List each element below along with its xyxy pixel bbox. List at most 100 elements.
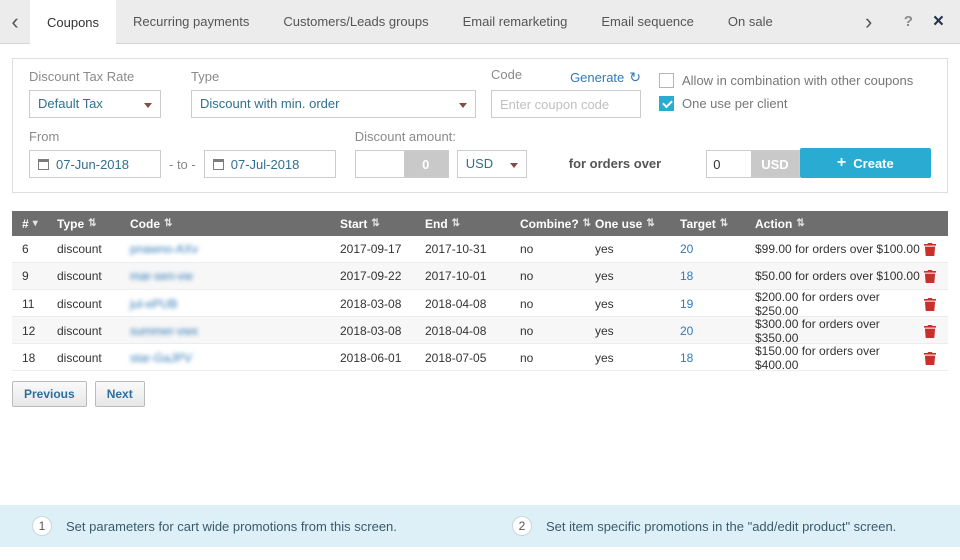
create-button[interactable]: + Create [800,148,931,178]
footer-item: 1 Set parameters for cart wide promotion… [0,516,480,536]
column-header-oneuse[interactable]: One use⇅ [595,217,680,231]
column-header-combine[interactable]: Combine?⇅ [520,217,595,231]
coupon-code-label: Code [491,67,522,83]
one-use-checkbox[interactable]: One use per client [659,96,913,111]
tab-customers-leads-groups[interactable]: Customers/Leads groups [266,0,445,43]
cell-code[interactable]: mar-sen-vw [130,269,340,283]
cell-type: discount [57,351,130,365]
from-date-value: 07-Jun-2018 [56,157,129,172]
generate-label: Generate [570,70,624,85]
column-header-end[interactable]: End⇅ [425,217,520,231]
tab-on-sale[interactable]: On sale [711,0,790,43]
delete-coupon-button[interactable] [924,352,936,365]
column-header-target[interactable]: Target⇅ [680,217,755,231]
coupon-code-blurred: jul-ePUB [130,297,177,311]
footer-item: 2 Set item specific promotions in the "a… [480,516,960,536]
tab-recurring-payments[interactable]: Recurring payments [116,0,266,43]
cell-target[interactable]: 20 [680,242,755,256]
tab-coupons[interactable]: Coupons [30,0,116,44]
next-page-button[interactable]: Next [95,381,145,407]
cell-code[interactable]: pnawno-AXv [130,242,340,256]
to-date-input[interactable]: 07-Jul-2018 [204,150,336,178]
delete-coupon-button[interactable] [924,298,936,311]
cell-end: 2018-04-08 [425,324,520,338]
delete-coupon-button[interactable] [924,270,936,283]
cell-combine: no [520,324,595,338]
create-button-label: Create [853,156,893,171]
column-header-label: # [22,217,29,231]
column-header-action[interactable]: Action⇅ [755,217,948,231]
action-text: $300.00 for orders over $350.00 [755,317,924,345]
cell-code[interactable]: star-GaJPV [130,351,340,365]
cell-code[interactable]: jul-ePUB [130,297,340,311]
coupon-code-blurred: pnawno-AXv [130,242,198,256]
tab-email-remarketing[interactable]: Email remarketing [446,0,585,43]
trash-icon [924,325,936,338]
cell-combine: no [520,269,595,283]
checkbox-group: Allow in combination with other coupons … [659,69,913,119]
tax-rate-select[interactable]: Default Tax [29,90,161,118]
cell-one-use: yes [595,269,680,283]
scroll-right-chevron-icon[interactable]: › [854,9,884,35]
one-use-checkbox-label: One use per client [682,96,788,111]
cell-target[interactable]: 18 [680,351,755,365]
cell-id: 11 [12,297,57,311]
table-row: 9discountmar-sen-vw2017-09-222017-10-01n… [12,263,948,290]
coupon-type-group: Type Discount with min. order [191,69,476,119]
from-date-input[interactable]: 07-Jun-2018 [29,150,161,178]
orders-over-input[interactable] [707,151,751,177]
delete-coupon-button[interactable] [924,325,936,338]
coupon-type-value: Discount with min. order [200,96,339,111]
cell-start: 2018-06-01 [340,351,425,365]
previous-page-button[interactable]: Previous [12,381,87,407]
action-text: $50.00 for orders over $100.00 [755,269,920,283]
tax-rate-value: Default Tax [38,96,103,111]
cell-id: 12 [12,324,57,338]
cell-start: 2018-03-08 [340,297,425,311]
sort-icon: ▾ [33,218,38,229]
trash-icon [924,298,936,311]
coupon-code-blurred: mar-sen-vw [130,269,193,283]
plus-icon: + [837,154,846,172]
table-row: 18discountstar-GaJPV2018-06-012018-07-05… [12,344,948,371]
combine-checkbox-label: Allow in combination with other coupons [682,73,913,88]
column-header-[interactable]: #▾ [12,217,57,231]
coupon-type-select[interactable]: Discount with min. order [191,90,476,118]
cell-one-use: yes [595,297,680,311]
coupon-form-panel: Discount Tax Rate Default Tax Type Disco… [12,58,948,193]
tax-rate-label: Discount Tax Rate [29,69,161,85]
cell-combine: no [520,242,595,256]
cell-code[interactable]: summer-vwx [130,324,340,338]
cell-id: 9 [12,269,57,283]
delete-coupon-button[interactable] [924,243,936,256]
close-icon[interactable]: × [933,12,944,31]
column-header-type[interactable]: Type⇅ [57,217,130,231]
tab-email-sequence[interactable]: Email sequence [584,0,711,43]
orders-over-suffix: USD [751,151,798,177]
discount-amount-input[interactable] [356,151,404,177]
combine-checkbox[interactable]: Allow in combination with other coupons [659,73,913,88]
cell-action: $300.00 for orders over $350.00 [755,317,948,345]
help-icon[interactable]: ? [904,13,913,30]
column-header-start[interactable]: Start⇅ [340,217,425,231]
coupon-type-label: Type [191,69,476,85]
calendar-icon [213,159,224,170]
discount-amount-field: 0 [355,150,449,178]
action-text: $150.00 for orders over $400.00 [755,344,924,372]
cell-action: $150.00 for orders over $400.00 [755,344,948,372]
currency-select[interactable]: USD [457,150,527,178]
column-header-code[interactable]: Code⇅ [130,217,340,231]
discount-amount-label: Discount amount: [355,129,527,145]
checkbox-checked-icon [659,96,674,111]
scroll-left-chevron-icon[interactable]: ‹ [0,0,30,43]
generate-code-link[interactable]: Generate ↻ [570,69,641,86]
cell-target[interactable]: 18 [680,269,755,283]
cell-target[interactable]: 19 [680,297,755,311]
cell-target[interactable]: 20 [680,324,755,338]
coupon-code-input[interactable] [491,90,641,118]
cell-start: 2018-03-08 [340,324,425,338]
table-row: 11discountjul-ePUB2018-03-082018-04-08no… [12,290,948,317]
cell-end: 2017-10-01 [425,269,520,283]
column-header-label: Start [340,217,367,231]
coupon-code-blurred: star-GaJPV [130,351,192,365]
